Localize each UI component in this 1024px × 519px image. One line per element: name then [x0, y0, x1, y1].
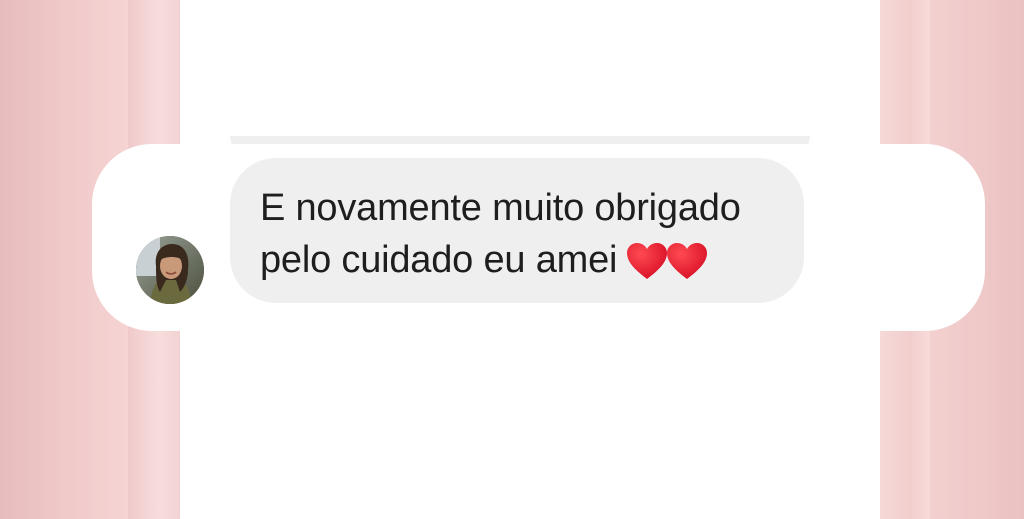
red-heart-icon: [627, 242, 668, 279]
message-text: E novamente muito obrigado pelo cuidado …: [260, 182, 800, 288]
message-line-1: E novamente muito obrigado: [260, 187, 741, 229]
red-heart-icon: [667, 242, 708, 279]
message-line-2: pelo cuidado eu amei: [260, 234, 800, 288]
profile-photo-icon: [136, 236, 204, 304]
hearts-emoji: [625, 233, 708, 285]
sender-avatar[interactable]: [136, 236, 204, 304]
message-line-2-text: pelo cuidado eu amei: [260, 239, 618, 281]
